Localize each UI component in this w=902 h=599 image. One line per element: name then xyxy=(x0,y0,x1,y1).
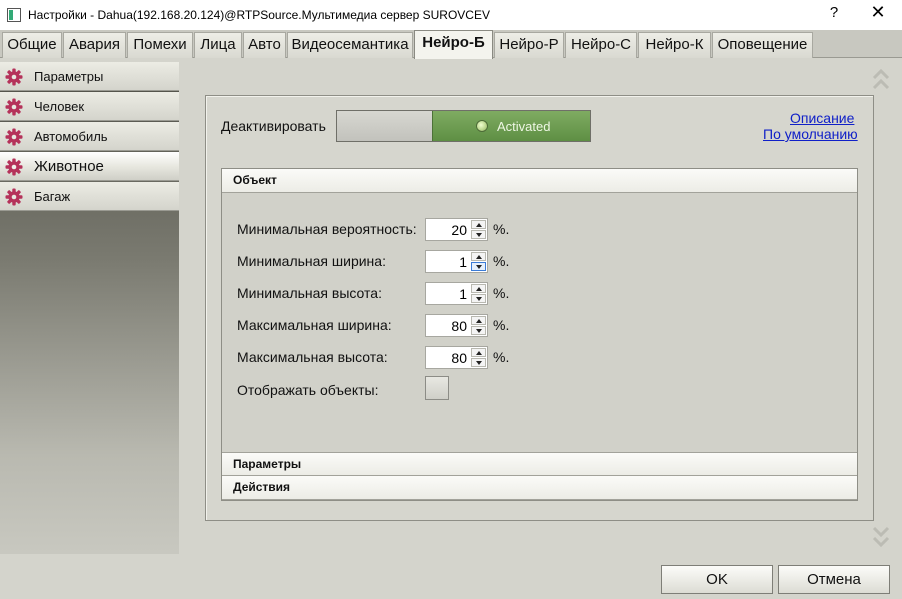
stepper-up-icon[interactable] xyxy=(471,316,486,325)
tab-neuro-b[interactable]: Нейро-Б xyxy=(414,30,493,59)
sidebar-item-luggage[interactable]: Багаж xyxy=(0,182,179,211)
min-height-label: Минимальная высота: xyxy=(237,285,382,301)
tab-notification[interactable]: Оповещение xyxy=(712,32,813,58)
tab-auto[interactable]: Авто xyxy=(243,32,286,58)
gear-icon xyxy=(5,98,23,116)
actions-group-header[interactable]: Действия xyxy=(222,476,857,500)
tab-interference[interactable]: Помехи xyxy=(127,32,193,58)
sidebar-item-car[interactable]: Автомобиль xyxy=(0,122,179,151)
activation-toggle[interactable]: Activated xyxy=(336,110,591,142)
min-height-stepper[interactable]: 1 xyxy=(425,282,488,305)
stepper-up-icon[interactable] xyxy=(471,348,486,357)
unit-label: %. xyxy=(493,349,510,365)
show-objects-label: Отображать объекты: xyxy=(237,382,379,398)
stepper-down-icon[interactable] xyxy=(471,230,486,239)
stepper-value: 1 xyxy=(459,254,467,270)
gear-icon xyxy=(5,68,23,86)
deactivate-label: Деактивировать xyxy=(221,118,326,134)
sidebar-item-animal[interactable]: Животное xyxy=(0,152,179,181)
max-height-stepper[interactable]: 80 xyxy=(425,346,488,369)
stepper-down-icon[interactable] xyxy=(471,326,486,335)
gear-icon xyxy=(5,158,23,176)
sidebar-item-label: Животное xyxy=(34,158,104,175)
tab-alarm[interactable]: Авария xyxy=(63,32,126,58)
tab-neuro-s[interactable]: Нейро-С xyxy=(565,32,637,58)
stepper-up-icon[interactable] xyxy=(471,252,486,261)
stepper-down-icon[interactable] xyxy=(471,358,486,367)
cancel-button[interactable]: Отмена xyxy=(778,565,890,594)
description-link[interactable]: Описание xyxy=(790,110,854,126)
tab-video-semantics[interactable]: Видеосемантика xyxy=(287,32,413,58)
tab-general[interactable]: Общие xyxy=(2,32,62,58)
stepper-value: 20 xyxy=(451,222,467,238)
unit-label: %. xyxy=(493,221,510,237)
max-height-label: Максимальная высота: xyxy=(237,349,388,365)
stepper-value: 1 xyxy=(459,286,467,302)
toggle-on-segment[interactable]: Activated xyxy=(432,111,590,141)
scroll-down-icon[interactable] xyxy=(871,520,891,550)
sidebar-item-label: Параметры xyxy=(34,69,104,84)
sidebar-item-human[interactable]: Человек xyxy=(0,92,179,121)
sidebar-item-parameters[interactable]: Параметры xyxy=(0,62,179,91)
stepper-value: 80 xyxy=(451,350,467,366)
app-window-icon xyxy=(7,8,21,22)
unit-label: %. xyxy=(493,317,510,333)
sidebar-item-label: Багаж xyxy=(34,189,71,204)
gear-icon xyxy=(5,188,23,206)
max-width-label: Максимальная ширина: xyxy=(237,317,392,333)
unit-label: %. xyxy=(493,253,510,269)
min-probability-stepper[interactable]: 20 xyxy=(425,218,488,241)
object-settings-group: Объект Параметры Действия xyxy=(221,168,858,501)
ok-button[interactable]: OK xyxy=(661,565,773,594)
defaults-link[interactable]: По умолчанию xyxy=(763,126,858,142)
stepper-down-icon[interactable] xyxy=(471,262,486,271)
scroll-up-icon[interactable] xyxy=(871,66,891,96)
min-width-stepper[interactable]: 1 xyxy=(425,250,488,273)
object-group-header[interactable]: Объект xyxy=(222,169,857,193)
window-title: Настройки - Dahua(192.168.20.124)@RTPSou… xyxy=(28,8,490,22)
stepper-down-icon[interactable] xyxy=(471,294,486,303)
status-led-icon xyxy=(476,120,488,132)
parameters-group-header[interactable]: Параметры xyxy=(222,452,857,476)
toggle-off-segment[interactable] xyxy=(337,111,432,141)
sidebar-item-label: Человек xyxy=(34,99,85,114)
sidebar: Параметры Человек Автомобиль Животное Ба… xyxy=(0,62,179,554)
unit-label: %. xyxy=(493,285,510,301)
help-button[interactable]: ? xyxy=(824,4,844,26)
toggle-state-text: Activated xyxy=(497,119,551,134)
min-width-label: Минимальная ширина: xyxy=(237,253,386,269)
tab-neuro-r[interactable]: Нейро-Р xyxy=(494,32,564,58)
min-probability-label: Минимальная вероятность: xyxy=(237,221,417,237)
max-width-stepper[interactable]: 80 xyxy=(425,314,488,337)
show-objects-checkbox[interactable] xyxy=(425,376,449,400)
stepper-up-icon[interactable] xyxy=(471,284,486,293)
tab-bar: Общие Авария Помехи Лица Авто Видеосеман… xyxy=(0,30,902,59)
gear-icon xyxy=(5,128,23,146)
stepper-up-icon[interactable] xyxy=(471,220,486,229)
tab-neuro-k[interactable]: Нейро-К xyxy=(638,32,711,58)
window-titlebar: Настройки - Dahua(192.168.20.124)@RTPSou… xyxy=(0,0,902,30)
close-button[interactable]: ✕ xyxy=(864,2,892,28)
stepper-value: 80 xyxy=(451,318,467,334)
tab-faces[interactable]: Лица xyxy=(194,32,242,58)
sidebar-item-label: Автомобиль xyxy=(34,129,108,144)
